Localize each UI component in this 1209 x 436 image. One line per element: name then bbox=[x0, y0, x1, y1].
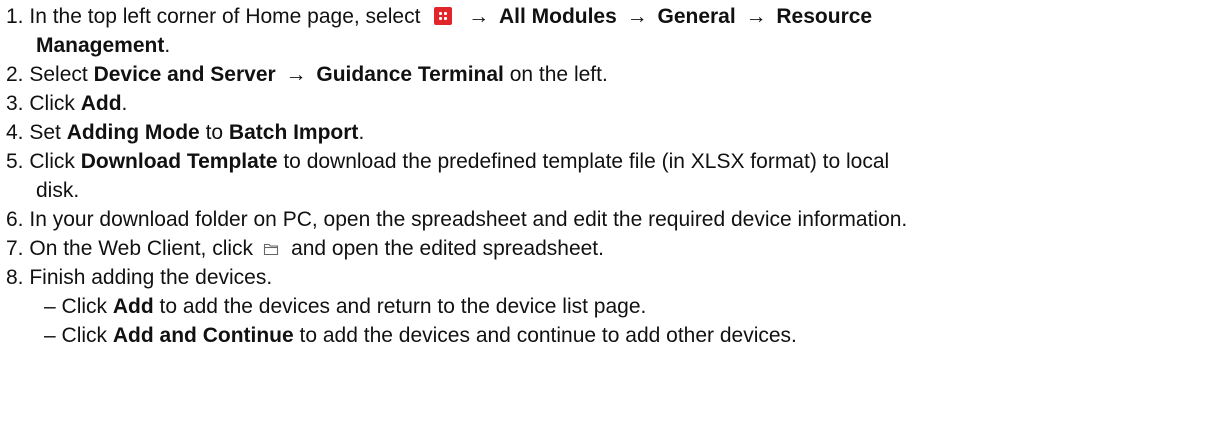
dash-bullet: – bbox=[44, 295, 56, 318]
step-number: 4. bbox=[6, 121, 24, 144]
step-7: 7. On the Web Client, click and open the… bbox=[6, 237, 604, 260]
step-5-continuation: disk. bbox=[36, 179, 80, 202]
step-8: 8. Finish adding the devices. bbox=[6, 266, 273, 289]
step-number: 8. bbox=[6, 266, 24, 289]
arrow-icon: → bbox=[468, 5, 490, 28]
step-number: 2. bbox=[6, 63, 24, 86]
step-number: 5. bbox=[6, 150, 24, 173]
step-number: 3. bbox=[6, 92, 24, 115]
add-and-continue-label: Add and Continue bbox=[112, 324, 294, 347]
download-template-label: Download Template bbox=[80, 150, 278, 173]
red-grid-menu-icon bbox=[434, 7, 453, 25]
step-1-continuation: Management. bbox=[36, 34, 171, 57]
batch-import-label: Batch Import bbox=[228, 121, 359, 144]
step-number: 7. bbox=[6, 237, 24, 260]
dash-bullet: – bbox=[44, 324, 56, 347]
menu-path-resource: Resource bbox=[776, 5, 873, 28]
sub-item-add-and-continue: – Click Add and Continue to add the devi… bbox=[44, 324, 797, 347]
add-label: Add bbox=[80, 92, 122, 115]
menu-path-management: Management bbox=[36, 34, 165, 57]
menu-path-guidance-terminal: Guidance Terminal bbox=[316, 63, 504, 86]
step-4: 4. Set Adding Mode to Batch Import. bbox=[6, 121, 365, 144]
menu-path-device-and-server: Device and Server bbox=[93, 63, 276, 86]
menu-path-general: General bbox=[657, 5, 736, 28]
arrow-icon: → bbox=[745, 5, 767, 28]
step-3: 3. Click Add. bbox=[6, 92, 128, 115]
step-number: 6. bbox=[6, 208, 24, 231]
step-text: In the top left corner of Home page, sel… bbox=[29, 5, 421, 28]
arrow-icon: → bbox=[285, 63, 307, 86]
instruction-list: 1. In the top left corner of Home page, … bbox=[0, 0, 1209, 350]
step-6: 6. In your download folder on PC, open t… bbox=[6, 208, 908, 231]
adding-mode-label: Adding Mode bbox=[66, 121, 200, 144]
add-label: Add bbox=[112, 295, 154, 318]
folder-icon bbox=[264, 243, 279, 256]
arrow-icon: → bbox=[626, 5, 648, 28]
step-number: 1. bbox=[6, 5, 24, 28]
step-2: 2. Select Device and Server → Guidance T… bbox=[6, 63, 608, 86]
menu-path-all-modules: All Modules bbox=[498, 5, 617, 28]
step-5: 5. Click Download Template to download t… bbox=[6, 150, 890, 173]
sub-item-add: – Click Add to add the devices and retur… bbox=[44, 295, 647, 318]
step-1: 1. In the top left corner of Home page, … bbox=[6, 2, 1209, 31]
